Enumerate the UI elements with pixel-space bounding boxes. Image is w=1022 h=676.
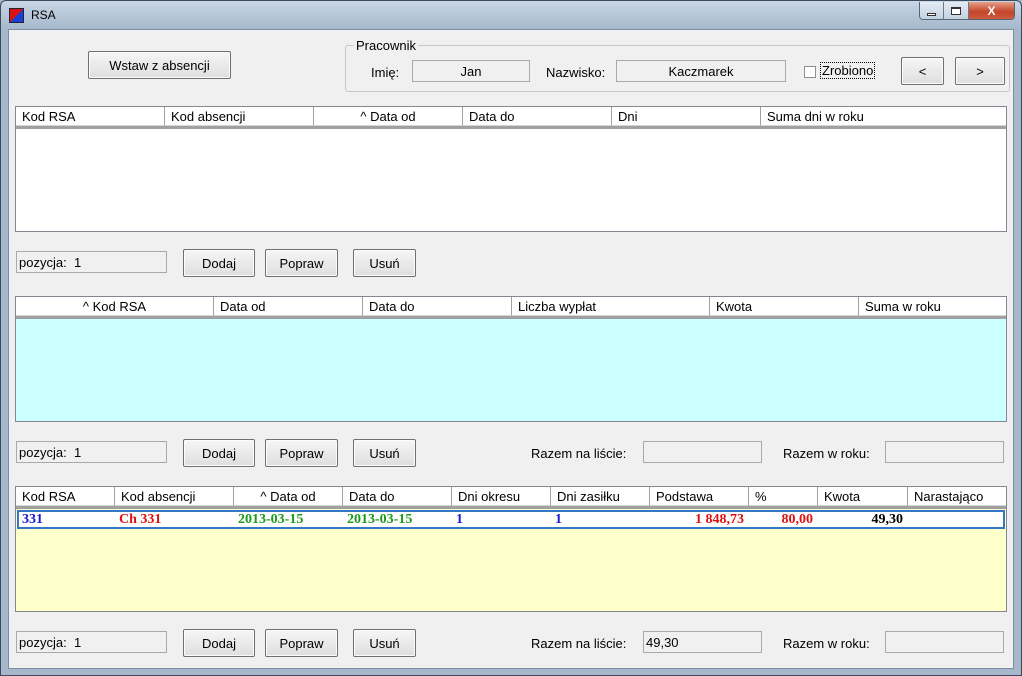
- column-header[interactable]: Suma dni w roku: [761, 107, 1006, 126]
- grid2-total-list-field: [643, 441, 762, 463]
- client-area: Wstaw z absencji Pracownik Imię: Jan Naz…: [8, 29, 1014, 669]
- column-header[interactable]: Kod RSA: [16, 487, 115, 506]
- grid1-add-button[interactable]: Dodaj: [183, 249, 255, 277]
- column-header[interactable]: ^ Data od: [234, 487, 343, 506]
- position-label: pozycja:: [19, 254, 67, 270]
- position-value: 1: [73, 444, 82, 460]
- grid1-position-field: pozycja: 1: [16, 251, 167, 273]
- column-header[interactable]: Kod absencji: [165, 107, 314, 126]
- grid2-edit-button[interactable]: Popraw: [265, 439, 338, 467]
- column-header[interactable]: Dni: [612, 107, 761, 126]
- title-bar[interactable]: RSA X: [1, 1, 1021, 29]
- grid3-add-button[interactable]: Dodaj: [183, 629, 255, 657]
- position-value: 1: [73, 254, 82, 270]
- column-header[interactable]: Kod RSA: [16, 107, 165, 126]
- column-header[interactable]: Kod absencji: [115, 487, 234, 506]
- column-header[interactable]: Data do: [363, 297, 512, 316]
- column-header[interactable]: Liczba wypłat: [512, 297, 710, 316]
- payments-grid[interactable]: ^ Kod RSA Data od Data do Liczba wypłat …: [15, 296, 1007, 422]
- column-header[interactable]: %: [749, 487, 818, 506]
- column-header[interactable]: Dni okresu: [452, 487, 551, 506]
- cell-narastajaco: [909, 512, 1003, 527]
- column-header[interactable]: Kwota: [710, 297, 859, 316]
- cell-dni-zasilku: 1: [555, 512, 562, 527]
- grid1-edit-button[interactable]: Popraw: [265, 249, 338, 277]
- column-header[interactable]: ^ Data od: [314, 107, 463, 126]
- grid3-total-list-label: Razem na liście:: [531, 636, 627, 651]
- close-button[interactable]: X: [968, 2, 1014, 19]
- grid3-total-list-field: 49,30: [643, 631, 762, 653]
- previous-employee-button[interactable]: <: [901, 57, 944, 85]
- column-header[interactable]: Kwota: [818, 487, 908, 506]
- grid3-edit-button[interactable]: Popraw: [265, 629, 338, 657]
- app-icon[interactable]: [9, 8, 24, 23]
- benefits-grid-header: Kod RSA Kod absencji ^ Data od Data do D…: [16, 487, 1006, 509]
- minimize-icon: [927, 12, 937, 16]
- grid3-total-year-field: [885, 631, 1004, 653]
- cell-podstawa: 1 848,73: [695, 512, 744, 527]
- grid1-delete-button[interactable]: Usuń: [353, 249, 416, 277]
- table-row[interactable]: 331 Ch 331 2013-03-15 2013-03-15 1 1 1 8…: [17, 510, 1005, 529]
- column-header[interactable]: Narastająco: [908, 487, 1006, 506]
- column-header[interactable]: Data do: [343, 487, 452, 506]
- rsa-window: RSA X Wstaw z absencji Pracownik Imię: J…: [0, 0, 1022, 676]
- done-checkbox[interactable]: [804, 66, 816, 78]
- column-header[interactable]: Dni zasiłku: [551, 487, 650, 506]
- cell-kod-absencji: Ch 331: [119, 512, 162, 527]
- grid2-total-year-label: Razem w roku:: [783, 446, 870, 461]
- grid2-delete-button[interactable]: Usuń: [353, 439, 416, 467]
- window-controls: X: [919, 2, 1015, 20]
- position-value: 1: [73, 634, 82, 650]
- last-name-field[interactable]: Kaczmarek: [616, 60, 786, 82]
- grid2-total-list-label: Razem na liście:: [531, 446, 627, 461]
- done-checkbox-label[interactable]: Zrobiono: [820, 62, 876, 79]
- cell-dni-okresu: 1: [456, 512, 463, 527]
- benefits-grid[interactable]: Kod RSA Kod absencji ^ Data od Data do D…: [15, 486, 1007, 612]
- maximize-icon: [951, 7, 962, 15]
- position-label: pozycja:: [19, 634, 67, 650]
- grid3-position-field: pozycja: 1: [16, 631, 167, 653]
- position-label: pozycja:: [19, 444, 67, 460]
- cell-data-od: 2013-03-15: [238, 512, 304, 527]
- next-employee-button[interactable]: >: [955, 57, 1005, 85]
- absence-grid-header: Kod RSA Kod absencji ^ Data od Data do D…: [16, 107, 1006, 129]
- grid2-position-field: pozycja: 1: [16, 441, 167, 463]
- minimize-button[interactable]: [920, 2, 945, 19]
- column-header[interactable]: Suma w roku: [859, 297, 1006, 316]
- grid3-total-year-label: Razem w roku:: [783, 636, 870, 651]
- column-header[interactable]: Data do: [463, 107, 612, 126]
- grid2-total-year-field: [885, 441, 1004, 463]
- cell-procent: 80,00: [781, 512, 814, 527]
- maximize-button[interactable]: [944, 2, 969, 19]
- payments-grid-header: ^ Kod RSA Data od Data do Liczba wypłat …: [16, 297, 1006, 319]
- grid2-add-button[interactable]: Dodaj: [183, 439, 255, 467]
- done-label-text: Zrobiono: [820, 62, 876, 79]
- cell-data-do: 2013-03-15: [347, 512, 413, 527]
- employee-group-title: Pracownik: [354, 38, 418, 53]
- last-name-label: Nazwisko:: [546, 65, 606, 80]
- window-title: RSA: [31, 8, 56, 22]
- insert-from-absence-button[interactable]: Wstaw z absencji: [88, 51, 231, 79]
- first-name-label: Imię:: [371, 65, 400, 80]
- absence-grid[interactable]: Kod RSA Kod absencji ^ Data od Data do D…: [15, 106, 1007, 232]
- cell-kwota: 49,30: [871, 512, 904, 527]
- cell-kod-rsa: 331: [22, 512, 43, 527]
- grid3-delete-button[interactable]: Usuń: [353, 629, 416, 657]
- column-header[interactable]: Data od: [214, 297, 363, 316]
- column-header[interactable]: ^ Kod RSA: [16, 297, 214, 316]
- close-icon: X: [987, 4, 996, 18]
- column-header[interactable]: Podstawa: [650, 487, 749, 506]
- first-name-field[interactable]: Jan: [412, 60, 530, 82]
